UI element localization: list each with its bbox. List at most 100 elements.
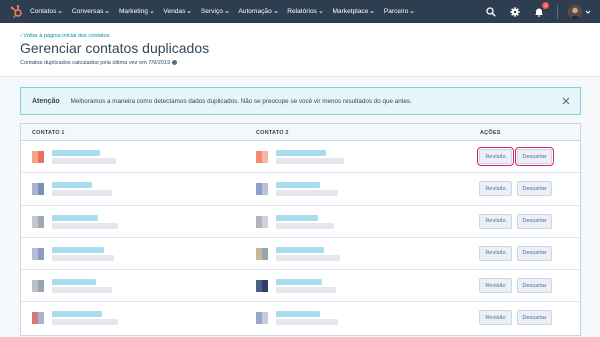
review-button[interactable]: Revisão [479, 181, 512, 197]
dismiss-button[interactable]: Descartar [517, 310, 552, 326]
nav-item-relatorios[interactable]: Relatórios [287, 8, 323, 15]
info-icon[interactable] [172, 60, 178, 66]
chevron-down-icon [410, 10, 414, 13]
contact-2-cell[interactable] [256, 245, 346, 263]
nav-item-automacao[interactable]: Automação [238, 8, 278, 15]
table-header: CONTATO 1 CONTATO 2 AÇÕES [21, 124, 580, 141]
contact-name-redacted [52, 311, 102, 318]
contact-1-cell[interactable] [32, 180, 122, 198]
gear-icon [509, 6, 520, 17]
back-link[interactable]: ‹ Voltar à página inicial dos contatos [20, 33, 110, 39]
contact-avatar [256, 183, 268, 196]
column-header-contact-1: CONTATO 1 [32, 130, 65, 136]
contact-name-redacted [276, 214, 318, 221]
nav-item-contatos[interactable]: Contatos [30, 8, 62, 15]
nav-label: Serviço [200, 8, 223, 15]
dismiss-button[interactable]: Descartar [517, 245, 552, 261]
nav-item-marketplace[interactable]: Marketplace [332, 8, 374, 15]
contact-avatar [32, 280, 44, 293]
chevron-down-icon [105, 10, 110, 13]
review-button[interactable]: Revisão [479, 213, 512, 229]
contact-email-redacted [52, 254, 114, 261]
chevron-down-icon[interactable] [585, 9, 591, 15]
dismiss-button[interactable]: Descartar [515, 147, 554, 166]
table-row: Revisão Descartar [21, 173, 580, 206]
table-row: Revisão Descartar [21, 206, 580, 238]
contact-avatar [32, 183, 44, 196]
contact-2-cell[interactable] [256, 148, 346, 166]
contact-1-cell[interactable] [32, 213, 122, 231]
dismiss-button[interactable]: Descartar [517, 278, 552, 294]
avatar[interactable] [568, 4, 582, 19]
notifications-button[interactable]: 2 [533, 2, 549, 17]
contact-name-redacted [276, 311, 320, 318]
nav-label: Parceiro [383, 8, 409, 15]
chevron-down-icon [187, 10, 191, 13]
contact-avatar [32, 215, 44, 228]
chevron-down-icon [370, 10, 374, 13]
review-button[interactable]: Revisão [477, 147, 514, 166]
review-button[interactable]: Revisão [479, 310, 512, 326]
contact-avatar [256, 280, 268, 293]
page-subtitle: Contatos duplicados calculados pela últi… [20, 60, 178, 66]
hubspot-logo-icon[interactable] [9, 4, 24, 19]
table-row: Revisão Descartar [21, 238, 580, 271]
nav-item-marketing[interactable]: Marketing [119, 8, 154, 15]
alert-banner: Atenção Melhoramos a maneira como detect… [20, 87, 581, 115]
contact-email-redacted [52, 319, 118, 326]
close-icon[interactable] [562, 97, 570, 105]
contact-avatar [256, 215, 268, 228]
nav-item-conversas[interactable]: Conversas [72, 8, 110, 15]
nav-label: Relatórios [287, 8, 317, 15]
contact-avatar [256, 247, 268, 260]
contact-name-redacted [276, 246, 324, 253]
contact-name-redacted [276, 182, 320, 189]
nav-divider [557, 4, 558, 19]
contact-email-redacted [52, 158, 116, 164]
chevron-down-icon [58, 10, 62, 13]
contact-2-cell[interactable] [256, 277, 346, 295]
nav-label: Marketing [118, 8, 148, 15]
alert-message: Melhoramos a maneira como detectamos dad… [70, 97, 412, 105]
review-button[interactable]: Revisão [479, 278, 512, 294]
contact-email-redacted [52, 287, 112, 294]
review-button[interactable]: Revisão [479, 245, 512, 261]
contact-2-cell[interactable] [256, 213, 346, 231]
contact-name-redacted [276, 150, 326, 156]
dismiss-button[interactable]: Descartar [517, 181, 552, 197]
contact-avatar [32, 151, 44, 163]
top-navigation: Contatos Conversas Marketing Vendas Serv… [0, 0, 600, 23]
contact-1-cell[interactable] [32, 309, 122, 327]
search-button[interactable] [485, 6, 496, 17]
contact-avatar [256, 151, 268, 163]
contact-email-redacted [276, 158, 344, 164]
nav-label: Automação [238, 8, 272, 15]
contact-2-cell[interactable] [256, 309, 346, 327]
contact-name-redacted [52, 214, 98, 221]
contact-email-redacted [276, 190, 338, 197]
contact-avatar [256, 312, 268, 325]
contact-1-cell[interactable] [32, 245, 122, 263]
contact-1-cell[interactable] [32, 277, 122, 295]
alert-label: Atenção [32, 97, 60, 105]
chevron-down-icon [319, 10, 323, 13]
nav-item-servico[interactable]: Serviço [201, 8, 229, 15]
contact-2-cell[interactable] [256, 180, 346, 198]
dismiss-button[interactable]: Descartar [517, 213, 552, 229]
contact-avatar [32, 247, 44, 260]
chevron-down-icon [150, 10, 154, 13]
back-link-label: Voltar à página inicial dos contatos [23, 33, 110, 39]
contact-name-redacted [52, 182, 92, 189]
nav-item-vendas[interactable]: Vendas [163, 8, 191, 15]
contact-avatar [32, 312, 44, 325]
contact-email-redacted [52, 190, 112, 197]
nav-utilities: 2 [485, 0, 600, 23]
column-header-actions: AÇÕES [480, 130, 501, 136]
settings-button[interactable] [509, 6, 520, 17]
main-menu: Contatos Conversas Marketing Vendas Serv… [30, 0, 424, 23]
contact-name-redacted [276, 279, 322, 286]
chevron-down-icon [274, 10, 278, 13]
subtitle-text: Contatos duplicados calculados pela últi… [20, 60, 171, 66]
nav-item-parceiro[interactable]: Parceiro [384, 8, 415, 15]
contact-1-cell[interactable] [32, 148, 122, 166]
